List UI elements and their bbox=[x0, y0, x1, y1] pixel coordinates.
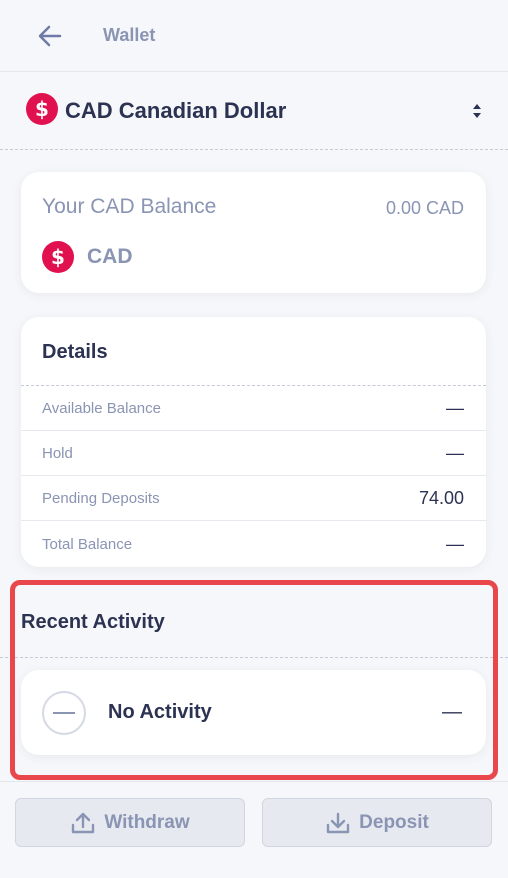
detail-row-available-balance: Available Balance — bbox=[21, 386, 486, 431]
bottom-action-bar: Withdraw Deposit bbox=[0, 781, 508, 878]
dollar-coin-icon: $ bbox=[42, 241, 74, 273]
detail-value: — bbox=[446, 397, 464, 418]
sort-updown-icon[interactable] bbox=[470, 102, 484, 120]
detail-value: 74.00 bbox=[418, 487, 464, 508]
detail-label: Total Balance bbox=[42, 536, 133, 553]
deposit-label: Deposit bbox=[359, 811, 429, 833]
balance-card: Your CAD Balance 0.00 CAD $ CAD bbox=[21, 172, 486, 293]
detail-value: — bbox=[446, 442, 464, 463]
page-title: Wallet bbox=[103, 25, 156, 45]
detail-label: Available Balance bbox=[42, 399, 161, 417]
app-header: Wallet bbox=[0, 0, 508, 72]
withdraw-label: Withdraw bbox=[104, 811, 190, 833]
detail-row-total-balance: Total Balance — bbox=[21, 522, 486, 567]
balance-title: Your CAD Balance bbox=[42, 195, 217, 218]
withdraw-button[interactable]: Withdraw bbox=[15, 798, 245, 847]
detail-row-pending-deposits: Pending Deposits 74.00 bbox=[21, 476, 486, 521]
upload-icon bbox=[72, 812, 95, 833]
detail-row-hold: Hold — bbox=[21, 431, 486, 476]
detail-value: — bbox=[446, 534, 464, 554]
currency-selector[interactable]: $ CAD Canadian Dollar bbox=[0, 72, 508, 150]
download-icon bbox=[326, 812, 350, 833]
deposit-button[interactable]: Deposit bbox=[262, 798, 492, 847]
currency-name: CAD Canadian Dollar bbox=[65, 98, 287, 123]
dollar-coin-icon: $ bbox=[26, 93, 58, 125]
detail-label: Hold bbox=[42, 444, 73, 462]
detail-label: Pending Deposits bbox=[42, 489, 160, 507]
highlight-box bbox=[10, 580, 498, 780]
details-card: Details Available Balance — Hold — Pendi… bbox=[21, 317, 486, 567]
back-arrow-icon[interactable] bbox=[36, 22, 64, 50]
balance-currency-code: CAD bbox=[87, 245, 133, 268]
details-title: Details bbox=[42, 341, 108, 363]
balance-amount: 0.00 CAD bbox=[385, 198, 464, 218]
